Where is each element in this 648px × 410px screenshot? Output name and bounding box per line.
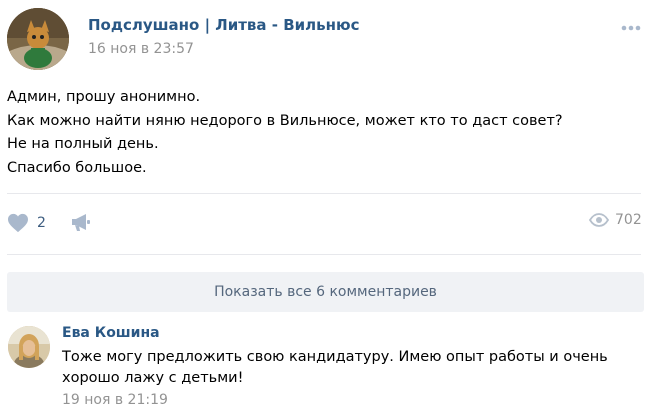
post-divider (7, 193, 641, 194)
post-date[interactable]: 16 ноя в 23:57 (88, 41, 194, 57)
megaphone-icon[interactable] (70, 211, 92, 233)
post-text: Админ, прошу анонимно. Как можно найти н… (7, 86, 637, 180)
like-button[interactable]: 2 (7, 210, 46, 236)
eye-icon (589, 213, 609, 227)
show-all-comments-button[interactable]: Показать все 6 комментариев (7, 272, 644, 312)
views-count: 702 (615, 212, 642, 228)
comment-author-avatar[interactable] (8, 326, 50, 368)
group-name-link[interactable]: Подслушано | Литва - Вильнюс (88, 16, 359, 34)
post-text-line: Админ, прошу анонимно. (7, 89, 201, 105)
comment-author-name[interactable]: Ева Кошина (62, 325, 160, 341)
like-count: 2 (37, 215, 46, 231)
post-text-line: Спасибо большое. (7, 159, 147, 176)
heart-icon (8, 213, 28, 233)
more-dots-icon[interactable] (620, 22, 642, 34)
actions-divider (7, 254, 641, 255)
views-counter: 702 (589, 212, 642, 228)
comment-date[interactable]: 19 ноя в 21:19 (62, 392, 168, 408)
group-avatar-image (7, 8, 69, 70)
comment-avatar-image (8, 326, 50, 368)
comment-text: Тоже могу предложить свою кандидатуру. И… (62, 349, 608, 386)
post-text-line: Не на полный день. (7, 136, 159, 152)
post-text-line: Как можно найти няню недорого в Вильнюсе… (7, 112, 563, 129)
group-avatar[interactable] (7, 8, 69, 70)
